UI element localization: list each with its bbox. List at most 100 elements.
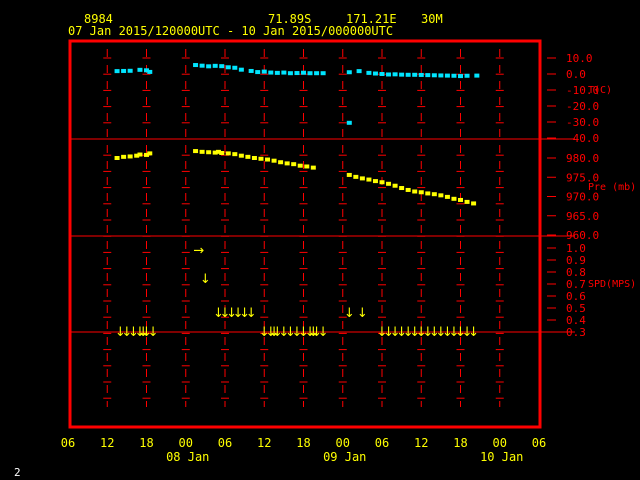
pressure-point	[206, 150, 212, 155]
pressure-point	[451, 196, 457, 201]
temperature-point	[474, 73, 480, 78]
meteogram-chart: 06 12 18 00 06 12 18 00 06 12 18 00 06 08 Jan 09 Jan 10…	[61, 39, 636, 464]
pressure-ytick-label: 965.0	[566, 210, 599, 223]
temperature-point	[238, 67, 244, 72]
pressure-ytick-label: 960.0	[566, 229, 599, 242]
pressure-ytick-label: 980.0	[566, 152, 599, 165]
x-tick-label: 12	[100, 436, 114, 450]
pressure-point	[297, 163, 303, 168]
temperature-point	[346, 70, 352, 75]
pressure-point	[444, 194, 450, 199]
wind_speed-ytick-label: 0.3	[566, 326, 586, 339]
temperature-point	[366, 70, 372, 75]
pressure-point	[265, 157, 271, 162]
pressure-point	[399, 186, 405, 191]
wind-speed-point: ↓	[318, 325, 329, 340]
x-date-label: 09 Jan	[323, 450, 366, 464]
pressure-axis-label: Pre (mb)	[588, 182, 636, 193]
temperature-point	[386, 72, 392, 77]
x-tick-label: 00	[179, 436, 193, 450]
pressure-point	[127, 154, 133, 159]
pressure-point	[284, 161, 290, 166]
temperature-point	[458, 74, 463, 79]
temperature-point	[399, 72, 405, 77]
temperature-ytick-label: 0.0	[566, 68, 586, 81]
pressure-point	[418, 190, 424, 195]
x-date-label: 08 Jan	[166, 450, 209, 464]
pressure-point	[121, 154, 127, 159]
temperature-point	[274, 70, 280, 75]
pressure-point	[232, 152, 238, 157]
wind-speed-point: →	[193, 243, 204, 258]
pressure-point	[471, 201, 477, 206]
x-tick-label: 12	[257, 436, 271, 450]
pressure-point	[238, 153, 244, 158]
temperature-point	[287, 71, 293, 76]
pressure-point	[425, 191, 431, 196]
pressure-point	[379, 180, 385, 185]
temperature-point	[206, 64, 212, 69]
temperature-ytick-label: -30.0	[566, 116, 599, 129]
temperature-point	[199, 63, 205, 68]
wind-speed-point: ↓	[200, 272, 211, 287]
pressure-point	[258, 156, 264, 161]
temperature-point	[425, 73, 431, 78]
x-tick-label: 06	[61, 436, 75, 450]
pressure-point	[386, 181, 392, 186]
pressure-point	[271, 158, 277, 163]
pressure-point	[458, 197, 463, 202]
temperature-point	[294, 71, 300, 76]
x-tick-label: 06	[375, 436, 389, 450]
temperature-ytick-label: 10.0	[566, 52, 593, 65]
wind-speed-point: ↓	[357, 306, 368, 321]
pressure-point	[193, 149, 199, 154]
wind_speed-axis-label: SPD(MPS)	[588, 279, 636, 290]
pressure-point	[199, 149, 205, 154]
temperature-point	[444, 73, 450, 78]
temperature-point	[301, 70, 306, 75]
temperature-point	[225, 65, 231, 70]
temperature-point	[248, 68, 254, 73]
pressure-point	[353, 174, 359, 179]
pressure-point	[245, 154, 251, 159]
temperature-point	[314, 71, 320, 76]
pressure-point	[114, 156, 120, 160]
temperature-point	[392, 72, 398, 77]
temperature-point	[307, 71, 313, 76]
pressure-point	[310, 165, 316, 170]
pressure-point	[431, 192, 437, 197]
pressure-point	[278, 160, 284, 165]
temperature-point	[418, 72, 424, 77]
x-tick-label: 18	[296, 436, 310, 450]
pressure-point	[251, 156, 257, 160]
pressure-point	[392, 183, 398, 188]
x-tick-label: 00	[336, 436, 350, 450]
x-date-label: 10 Jan	[480, 450, 523, 464]
temperature-point	[356, 69, 362, 74]
temperature-point	[255, 70, 261, 75]
pressure-point	[346, 172, 352, 177]
temperature-point	[372, 71, 378, 76]
temperature-point	[261, 69, 267, 74]
pressure-point	[225, 151, 231, 156]
temperature-point	[137, 67, 143, 72]
pressure-point	[147, 151, 153, 156]
temperature-point	[219, 64, 225, 69]
wind-speed-point: ↓	[148, 325, 159, 340]
wind-speed-point: ↓	[468, 325, 479, 340]
temperature-point	[451, 73, 457, 78]
x-tick-label: 12	[414, 436, 428, 450]
x-tick-label: 06	[532, 436, 546, 450]
pressure-point	[438, 193, 444, 198]
temperature-point	[320, 71, 326, 76]
x-tick-label: 00	[493, 436, 507, 450]
x-tick-label: 06	[218, 436, 232, 450]
temperature-point	[438, 73, 444, 78]
temperature-point	[431, 73, 437, 78]
temperature-point	[121, 68, 127, 73]
pressure-point	[219, 150, 225, 155]
pressure-point	[137, 152, 143, 157]
temperature-point	[405, 72, 411, 77]
temperature-axis-label: T(C)	[588, 85, 612, 96]
pressure-point	[291, 162, 297, 167]
